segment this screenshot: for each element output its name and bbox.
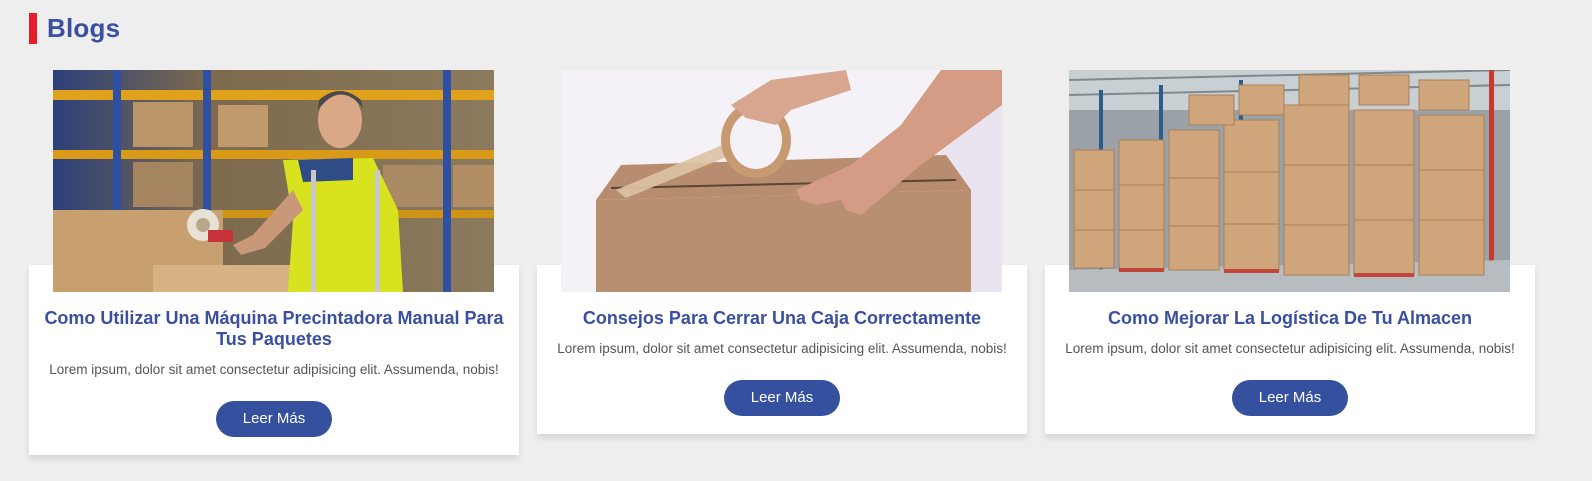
section-header: Blogs [29, 12, 120, 44]
blog-card-image[interactable] [561, 70, 1002, 292]
section-title: Blogs [47, 12, 121, 43]
blog-card-image[interactable] [1069, 70, 1510, 292]
read-more-button[interactable]: Leer Más [1232, 380, 1348, 416]
blog-card-title[interactable]: Como Utilizar Una Máquina Precintadora M… [39, 308, 509, 350]
blog-card-title[interactable]: Consejos Para Cerrar Una Caja Correctame… [547, 308, 1017, 329]
blog-card-body: Como Utilizar Una Máquina Precintadora M… [29, 265, 519, 455]
blog-card-excerpt: Lorem ipsum, dolor sit amet consectetur … [557, 341, 1007, 356]
header-accent-bar [29, 12, 37, 44]
blog-card-excerpt: Lorem ipsum, dolor sit amet consectetur … [1065, 341, 1515, 356]
blogs-page: Blogs Como Utilizar Una Máquina Precinta… [0, 0, 1592, 481]
read-more-button[interactable]: Leer Más [216, 401, 332, 437]
blog-card-image[interactable] [53, 70, 494, 292]
read-more-button[interactable]: Leer Más [724, 380, 840, 416]
blog-card-excerpt: Lorem ipsum, dolor sit amet consectetur … [49, 362, 499, 377]
blog-card-title[interactable]: Como Mejorar La Logística De Tu Almacen [1055, 308, 1525, 329]
